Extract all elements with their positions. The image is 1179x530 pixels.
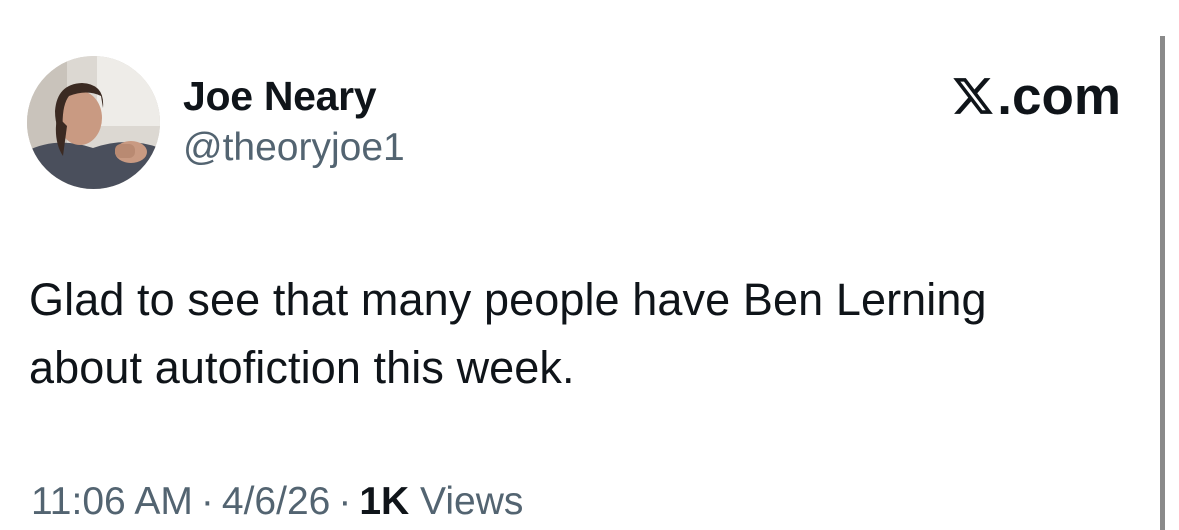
tweet-date[interactable]: 4/6/26 <box>222 480 330 523</box>
tweet-meta: 11:06 AM · 4/6/26 · 1K Views <box>31 478 523 526</box>
tweet-text-line: about autofiction this week. <box>29 342 575 393</box>
brand-domain-text: .com <box>997 66 1121 126</box>
tweet-card: Joe Neary @theoryjoe1 .com Glad to see t… <box>0 0 1179 530</box>
tweet-text-line: Glad to see that many people have Ben Le… <box>29 274 987 325</box>
x-logo-icon <box>951 74 995 118</box>
meta-separator: · <box>338 480 352 523</box>
meta-separator: · <box>200 480 214 523</box>
views-label: Views <box>420 480 524 523</box>
brand-watermark: .com <box>951 66 1121 126</box>
author-handle[interactable]: @theoryjoe1 <box>183 124 405 172</box>
tweet-time[interactable]: 11:06 AM <box>31 480 193 523</box>
avatar[interactable] <box>27 56 160 189</box>
tweet-text: Glad to see that many people have Ben Le… <box>29 266 1129 402</box>
views-count: 1K <box>359 480 410 523</box>
avatar-photo <box>27 56 160 189</box>
scrollbar[interactable] <box>1160 36 1165 530</box>
author-display-name[interactable]: Joe Neary <box>183 70 377 122</box>
